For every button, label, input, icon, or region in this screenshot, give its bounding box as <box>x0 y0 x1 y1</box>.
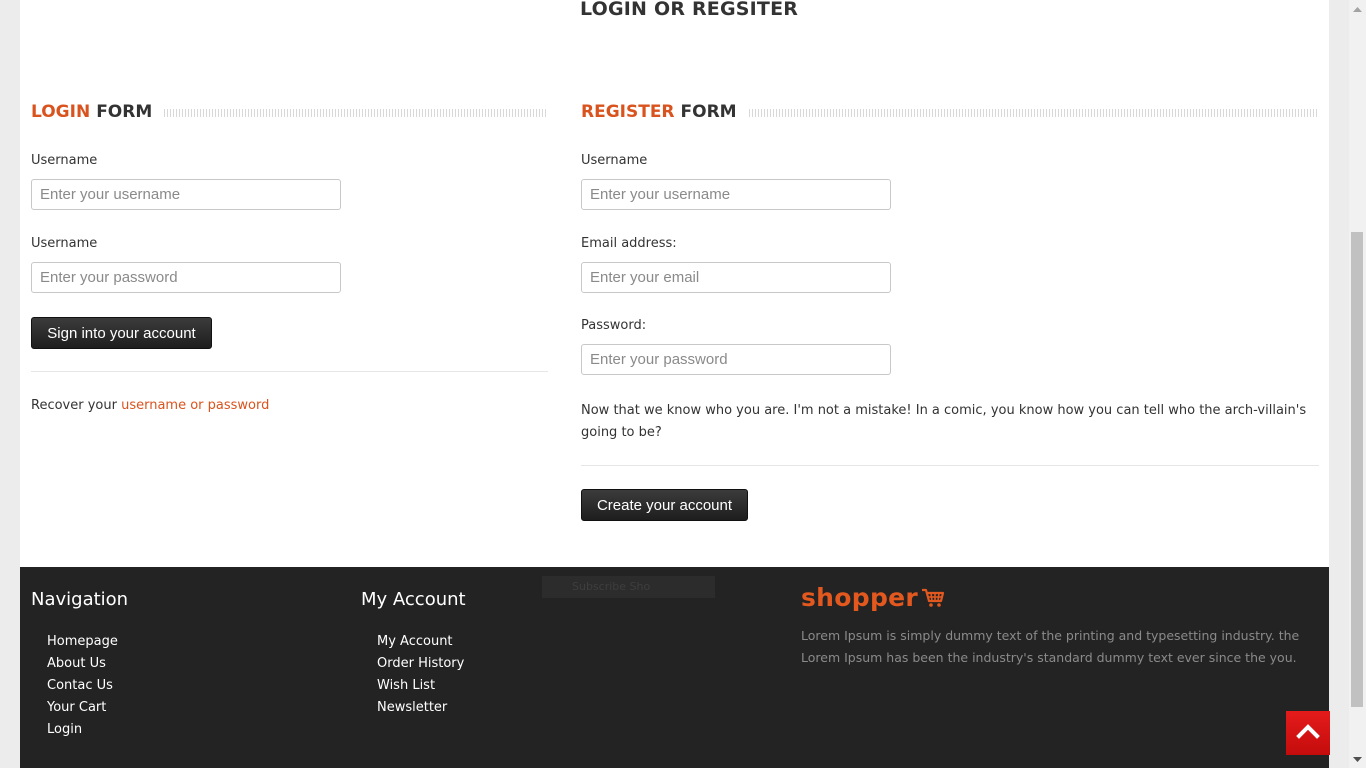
main-content: LOGIN OR REGSITER LOGIN FORM Username Us… <box>20 0 1329 567</box>
heading-divider <box>748 109 1319 117</box>
footer-account-newsletter[interactable]: Newsletter <box>377 700 447 715</box>
footer-nav-item: Your Cart <box>47 697 118 719</box>
login-heading-accent: LOGIN <box>31 102 91 122</box>
footer-navigation-heading: Navigation <box>31 589 129 610</box>
recover-text: Recover your username or password <box>31 398 269 413</box>
footer-account-item: Order History <box>377 653 464 675</box>
register-divider <box>581 465 1319 466</box>
footer-navigation-list: Homepage About Us Contac Us Your Cart Lo… <box>47 631 118 741</box>
scroll-down-arrow-icon[interactable] <box>1349 751 1366 768</box>
register-username-label: Username <box>581 153 648 168</box>
login-username-label: Username <box>31 153 98 168</box>
footer-nav-item: About Us <box>47 653 118 675</box>
shopper-logo[interactable]: shopper <box>801 583 945 612</box>
login-password-input[interactable] <box>31 262 341 293</box>
scrollbar-thumb[interactable] <box>1351 232 1363 707</box>
footer-my-account-heading: My Account <box>361 589 466 610</box>
register-password-input[interactable] <box>581 344 891 375</box>
footer-account-item: Wish List <box>377 675 464 697</box>
page-container: LOGIN OR REGSITER LOGIN FORM Username Us… <box>20 0 1329 768</box>
page-title: LOGIN OR REGSITER <box>580 0 799 20</box>
footer-account-wish-list[interactable]: Wish List <box>377 678 435 693</box>
footer-about-text: Lorem Ipsum is simply dummy text of the … <box>801 628 1300 665</box>
recover-prefix: Recover your <box>31 398 117 413</box>
vertical-scrollbar[interactable] <box>1349 0 1366 768</box>
footer-account-order-history[interactable]: Order History <box>377 656 464 671</box>
register-username-input[interactable] <box>581 179 891 210</box>
footer-nav-homepage[interactable]: Homepage <box>47 634 118 649</box>
register-heading-accent: REGISTER <box>581 102 675 122</box>
register-email-input[interactable] <box>581 262 891 293</box>
register-password-label: Password: <box>581 318 647 333</box>
footer-nav-your-cart[interactable]: Your Cart <box>47 700 106 715</box>
footer-account-item: My Account <box>377 631 464 653</box>
footer-account-item: Newsletter <box>377 697 464 719</box>
sign-in-button[interactable]: Sign into your account <box>31 317 212 349</box>
footer-account-my-account[interactable]: My Account <box>377 634 453 649</box>
logo-text: shopper <box>801 583 919 612</box>
footer-nav-item: Homepage <box>47 631 118 653</box>
footer-nav-login[interactable]: Login <box>47 722 82 737</box>
footer-my-account-list: My Account Order History Wish List Newsl… <box>377 631 464 719</box>
footer-nav-item: Login <box>47 719 118 741</box>
footer-nav-item: Contac Us <box>47 675 118 697</box>
login-divider <box>31 371 548 372</box>
subscribe-box[interactable]: Subscribe Sho <box>542 576 715 598</box>
login-form-heading: LOGIN FORM <box>31 100 548 124</box>
register-email-label: Email address: <box>581 236 677 251</box>
shopping-cart-icon <box>918 584 945 612</box>
footer-nav-contact-us[interactable]: Contac Us <box>47 678 113 693</box>
recover-link[interactable]: username or password <box>121 398 269 413</box>
scroll-up-arrow-icon[interactable] <box>1349 0 1366 17</box>
scroll-to-top-button[interactable] <box>1286 711 1330 755</box>
register-note: Now that we know who you are. I'm not a … <box>581 403 1307 440</box>
register-heading-rest: FORM <box>680 102 737 122</box>
login-heading-rest: FORM <box>96 102 153 122</box>
heading-divider <box>164 109 548 117</box>
register-form-heading: REGISTER FORM <box>581 100 1319 124</box>
login-username-input[interactable] <box>31 179 341 210</box>
chevron-up-icon <box>1296 723 1320 743</box>
footer-nav-about-us[interactable]: About Us <box>47 656 106 671</box>
create-account-button[interactable]: Create your account <box>581 489 748 521</box>
login-password-label: Username <box>31 236 98 251</box>
footer: Navigation Homepage About Us Contac Us Y… <box>20 567 1329 768</box>
